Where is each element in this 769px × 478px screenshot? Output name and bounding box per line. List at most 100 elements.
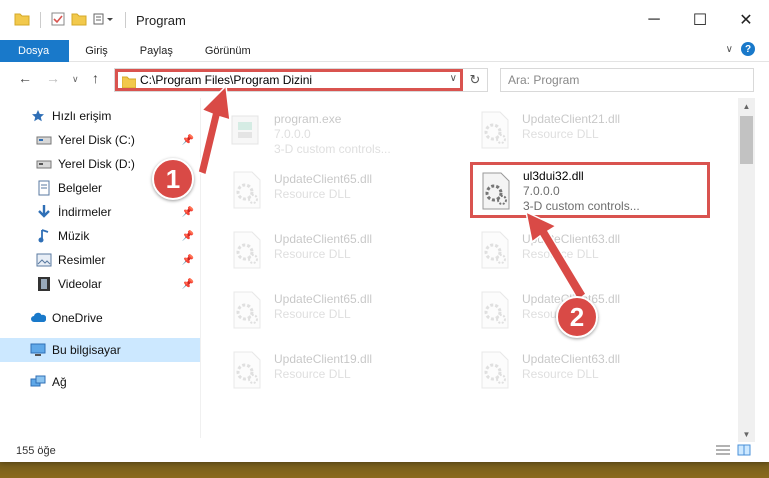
vertical-scrollbar[interactable]: ▲ ▼ [738, 98, 755, 442]
folder-icon [121, 76, 137, 91]
search-input[interactable] [500, 68, 754, 92]
tab-file[interactable]: Dosya [0, 39, 70, 62]
sidebar-item-pictures[interactable]: Resimler 📌 [0, 248, 200, 272]
help-icon[interactable]: ? [741, 42, 755, 56]
pin-icon[interactable]: 📌 [182, 135, 194, 146]
sidebar-item-label: Belgeler [58, 181, 103, 195]
pin-icon[interactable]: 📌 [182, 231, 194, 242]
address-path[interactable]: C:\Program Files\Program Dizini [140, 73, 312, 87]
file-tile-selected[interactable]: ul3dui32.dll 7.0.0.0 3-D custom controls… [470, 162, 710, 218]
sidebar-item-label: Bu bilgisayar [52, 343, 121, 357]
exe-icon [224, 108, 268, 152]
maximize-button[interactable]: ☐ [677, 0, 723, 40]
navigation-pane: Hızlı erişim Yerel Disk (C:) 📌 Yerel Dis… [0, 98, 200, 438]
sidebar-item-drive-c[interactable]: Yerel Disk (C:) 📌 [0, 128, 200, 152]
pin-icon[interactable]: 📌 [182, 207, 194, 218]
file-tile[interactable]: UpdateClient19.dll Resource DLL [224, 344, 464, 400]
sidebar-item-music[interactable]: Müzik 📌 [0, 224, 200, 248]
file-name: UpdateClient21.dll [522, 112, 621, 126]
sidebar-item-label: Ağ [52, 375, 67, 389]
dll-icon [224, 288, 268, 332]
up-arrow-icon[interactable]: ↑ [92, 70, 99, 86]
back-arrow-icon[interactable]: ← [18, 70, 32, 86]
music-icon [36, 228, 52, 244]
file-name: ul3dui32.dll [523, 169, 584, 183]
file-type: Resource DLL [274, 367, 351, 381]
scroll-up-icon[interactable]: ▲ [738, 98, 755, 114]
address-dropdown-icon[interactable]: ∨ [450, 73, 457, 84]
step-marker-2: 2 [556, 296, 598, 338]
file-tile[interactable]: UpdateClient65.dll Resource DLL [224, 164, 464, 220]
file-name: UpdateClient65.dll [274, 232, 373, 246]
file-tile[interactable]: UpdateClient65.dll Resource DLL [224, 284, 464, 340]
dll-icon [472, 288, 516, 332]
file-list: program.exe 7.0.0.0 3-D custom controls.… [210, 98, 735, 438]
refresh-icon[interactable]: ↻ [465, 71, 485, 89]
file-type: Resource DLL [274, 187, 351, 201]
scroll-thumb[interactable] [740, 116, 753, 164]
pane-divider [200, 98, 201, 438]
minimize-button[interactable]: ─ [631, 0, 677, 40]
cloud-icon [30, 310, 46, 326]
recent-locations-icon[interactable]: ∨ [72, 74, 79, 85]
explorer-window: Program ─ ☐ ✕ Dosya Giriş Paylaş Görünüm… [0, 0, 769, 462]
download-icon [36, 204, 52, 220]
drive-icon [36, 156, 52, 172]
sidebar-item-label: Müzik [58, 229, 90, 243]
item-count: 155 öğe [16, 445, 56, 457]
properties-icon[interactable] [51, 12, 65, 29]
dll-icon [472, 348, 516, 392]
file-tile[interactable]: UpdateClient21.dll Resource DLL [472, 104, 712, 160]
file-name: program.exe [274, 112, 342, 126]
sidebar-item-label: İndirmeler [58, 205, 112, 219]
pin-icon[interactable]: 📌 [182, 255, 194, 266]
ribbon-tabs: Dosya Giriş Paylaş Görünüm ∨ ? [0, 39, 769, 62]
tiles-view-icon[interactable] [737, 444, 751, 459]
details-view-icon[interactable] [715, 444, 731, 459]
file-tile[interactable]: program.exe 7.0.0.0 3-D custom controls.… [224, 104, 464, 160]
file-type: Resource DLL [522, 247, 599, 261]
file-tile[interactable]: UpdateClient65.dll Resource DLL [224, 224, 464, 280]
file-name: UpdateClient65.dll [274, 172, 373, 186]
file-name: UpdateClient19.dll [274, 352, 373, 366]
sidebar-item-videos[interactable]: Videolar 📌 [0, 272, 200, 296]
address-highlight: C:\Program Files\Program Dizini [115, 69, 463, 91]
window-title: Program [136, 12, 186, 28]
sidebar-item-label: Videolar [58, 277, 102, 291]
close-button[interactable]: ✕ [723, 0, 769, 40]
status-bar: 155 öğe [0, 440, 769, 462]
sidebar-item-label: Yerel Disk (C:) [58, 133, 135, 147]
sidebar-item-label: OneDrive [52, 311, 103, 325]
tab-home[interactable]: Giriş [69, 40, 124, 62]
file-type: Resource DLL [522, 367, 599, 381]
sidebar-item-this-pc[interactable]: Bu bilgisayar [0, 338, 200, 362]
file-type: Resource DLL [274, 307, 351, 321]
new-folder-icon[interactable] [71, 12, 87, 29]
quick-access-toolbar [14, 12, 130, 29]
file-name: UpdateClient63.dll [522, 232, 621, 246]
sidebar-item-label: Yerel Disk (D:) [58, 157, 135, 171]
file-name: UpdateClient65.dll [274, 292, 373, 306]
file-type: Resource DLL [522, 127, 599, 141]
sidebar-item-network[interactable]: Ağ [0, 370, 200, 394]
dll-icon [472, 108, 516, 152]
tab-view[interactable]: Görünüm [189, 40, 267, 62]
title-bar: Program ─ ☐ ✕ [0, 0, 769, 40]
sidebar-item-downloads[interactable]: İndirmeler 📌 [0, 200, 200, 224]
forward-arrow-icon[interactable]: → [46, 70, 60, 86]
address-bar[interactable]: C:\Program Files\Program Dizini ∨ ↻ [114, 68, 488, 92]
customize-toolbar-icon[interactable] [93, 12, 115, 29]
file-tile[interactable]: UpdateClient63.dll Resource DLL [472, 344, 712, 400]
expand-ribbon-icon[interactable]: ∨ [726, 44, 733, 55]
pin-icon[interactable]: 📌 [182, 279, 194, 290]
sidebar-item-onedrive[interactable]: OneDrive [0, 306, 200, 330]
dll-icon [224, 168, 268, 212]
file-type: Resource DLL [274, 247, 351, 261]
file-description: 3-D custom controls... [274, 142, 391, 156]
file-tile[interactable]: UpdateClient63.dll Resource DLL [472, 224, 712, 280]
sidebar-item-quick-access[interactable]: Hızlı erişim [0, 104, 200, 128]
navigation-bar: ← → ∨ ↑ C:\Program Files\Program Dizini … [0, 62, 769, 98]
tab-share[interactable]: Paylaş [124, 40, 189, 62]
pictures-icon [36, 252, 52, 268]
file-description: 3-D custom controls... [523, 199, 640, 213]
